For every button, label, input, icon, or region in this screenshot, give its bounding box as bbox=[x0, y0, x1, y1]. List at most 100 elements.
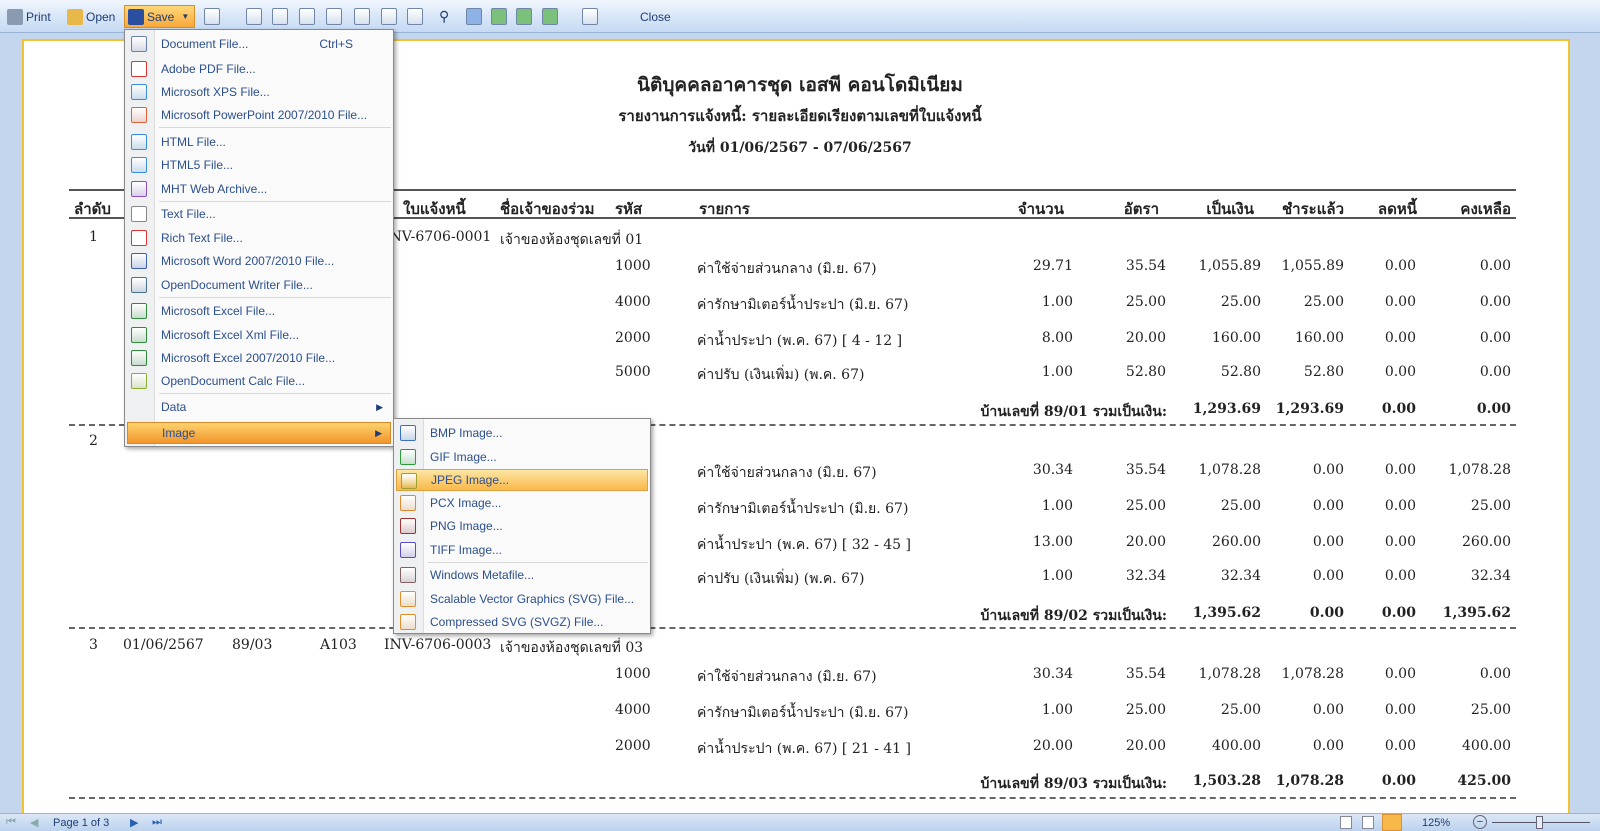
line-value: 32.34 bbox=[1470, 568, 1511, 584]
image-menu-item-bmp-image[interactable]: BMP Image... bbox=[396, 422, 648, 444]
menu-item-label: PNG Image... bbox=[430, 519, 503, 533]
rtf-icon bbox=[131, 230, 147, 246]
svg-icon bbox=[400, 591, 416, 607]
subtotal-value: 425.00 bbox=[1457, 773, 1511, 789]
first-page-icon[interactable]: ⏮ bbox=[6, 816, 16, 829]
last-page-icon[interactable]: ⏭ bbox=[152, 816, 162, 829]
menu-item-label: Rich Text File... bbox=[161, 231, 243, 245]
subtotal-value: 1,293.69 bbox=[1275, 401, 1344, 417]
export-icon[interactable] bbox=[204, 8, 220, 25]
image-submenu: BMP Image... GIF Image... JPEG Image... PCX… bbox=[393, 418, 651, 634]
subtotal-label: บ้านเลขที่ 89/03 รวมเป็นเงิน: bbox=[980, 776, 1167, 792]
save-menu-item-microsoft-excel-2007-2010-file[interactable]: Microsoft Excel 2007/2010 File... bbox=[127, 347, 391, 369]
line-value: 0.00 bbox=[1384, 534, 1416, 550]
image-menu-item-compressed-svg-svgz-file[interactable]: Compressed SVG (SVGZ) File... bbox=[396, 611, 648, 633]
save-menu-item-microsoft-word-2007-2010-file[interactable]: Microsoft Word 2007/2010 File... bbox=[127, 250, 391, 272]
save-button[interactable]: Save ▼ bbox=[124, 5, 195, 28]
multi-view-icon[interactable] bbox=[1382, 814, 1402, 831]
save-menu-item-adobe-pdf-file[interactable]: Adobe PDF File... bbox=[127, 58, 391, 80]
help-icon[interactable] bbox=[381, 8, 397, 25]
column-header-paid: ชำระแล้ว bbox=[1282, 200, 1344, 218]
line-value: 1,055.89 bbox=[1198, 258, 1261, 274]
powerpoint-icon bbox=[131, 107, 147, 123]
menu-item-label: PCX Image... bbox=[430, 496, 502, 510]
page-width-icon[interactable] bbox=[491, 8, 507, 25]
line-value: 0.00 bbox=[1479, 294, 1511, 310]
image-menu-item-tiff-image[interactable]: TIFF Image... bbox=[396, 539, 648, 561]
close-label: Close bbox=[640, 9, 671, 24]
new-page-icon[interactable] bbox=[246, 8, 262, 25]
save-menu-item-document-file[interactable]: Document File... Ctrl+S bbox=[127, 33, 391, 55]
print-button[interactable]: Print bbox=[4, 5, 54, 28]
two-pages-icon[interactable] bbox=[516, 8, 532, 25]
image-menu-item-jpeg-image[interactable]: JPEG Image... bbox=[396, 469, 648, 491]
zoom-level: 125% bbox=[1422, 817, 1451, 829]
image-menu-item-scalable-vector-graphics-svg-file[interactable]: Scalable Vector Graphics (SVG) File... bbox=[396, 588, 648, 610]
page-setup-icon[interactable] bbox=[354, 8, 370, 25]
subtotal-label: บ้านเลขที่ 89/01 รวมเป็นเงิน: bbox=[980, 404, 1167, 420]
outline-icon[interactable] bbox=[407, 8, 423, 25]
delete-page-icon[interactable] bbox=[272, 8, 288, 25]
line-value: 20.00 bbox=[1125, 330, 1166, 346]
multi-page-icon[interactable] bbox=[542, 8, 558, 25]
save-menu-item-rich-text-file[interactable]: Rich Text File... bbox=[127, 227, 391, 249]
line-code: 1000 bbox=[615, 258, 651, 274]
single-view-icon[interactable] bbox=[1340, 816, 1352, 829]
find-icon[interactable]: ⚲ bbox=[436, 5, 452, 28]
save-menu-item-mht-web-archive[interactable]: MHT Web Archive... bbox=[127, 178, 391, 200]
line-value: 25.00 bbox=[1470, 702, 1511, 718]
line-value: 0.00 bbox=[1384, 702, 1416, 718]
line-code: 4000 bbox=[615, 702, 651, 718]
line-code: 4000 bbox=[615, 294, 651, 310]
zoom-slider-thumb[interactable] bbox=[1536, 816, 1543, 829]
save-menu-item-microsoft-xps-file[interactable]: Microsoft XPS File... bbox=[127, 81, 391, 103]
print-label: Print bbox=[26, 9, 51, 24]
save-menu-item-microsoft-powerpoint-2007-2010-file[interactable]: Microsoft PowerPoint 2007/2010 File... bbox=[127, 104, 391, 126]
prev-page-icon[interactable]: ◀ bbox=[30, 816, 38, 829]
edit-page-icon[interactable] bbox=[299, 8, 315, 25]
html-icon bbox=[131, 134, 147, 150]
menu-item-label: Microsoft Excel Xml File... bbox=[161, 328, 300, 342]
zoom-out-icon[interactable]: − bbox=[1473, 815, 1487, 829]
continuous-view-icon[interactable] bbox=[1362, 816, 1374, 829]
save-menu-item-opendocument-writer-file[interactable]: OpenDocument Writer File... bbox=[127, 274, 391, 296]
save-menu-item-html5-file[interactable]: HTML5 File... bbox=[127, 154, 391, 176]
line-value: 0.00 bbox=[1384, 364, 1416, 380]
jpeg-icon bbox=[401, 473, 417, 489]
line-item: ค่าปรับ (เงินเพิ่ม) (พ.ค. 67) bbox=[697, 367, 865, 383]
chevron-down-icon: ▼ bbox=[181, 12, 190, 21]
line-value: 0.00 bbox=[1384, 568, 1416, 584]
save-menu-item-html-file[interactable]: HTML File... bbox=[127, 131, 391, 153]
save-menu-item-image[interactable]: Image ▶ bbox=[127, 422, 391, 444]
image-menu-item-gif-image[interactable]: GIF Image... bbox=[396, 446, 648, 468]
subtotal-value: 0.00 bbox=[1476, 401, 1511, 417]
line-value: 52.80 bbox=[1303, 364, 1344, 380]
single-page-icon[interactable] bbox=[466, 8, 482, 25]
image-menu-item-png-image[interactable]: PNG Image... bbox=[396, 515, 648, 537]
next-page-icon[interactable]: ▶ bbox=[130, 816, 138, 829]
page-icon[interactable] bbox=[326, 8, 342, 25]
save-menu-item-data[interactable]: Data ▶ bbox=[127, 396, 391, 418]
report-title: นิติบุคคลอาคารชุด เอสพี คอนโดมิเนียม bbox=[637, 74, 963, 96]
line-value: 25.00 bbox=[1303, 294, 1344, 310]
image-menu-item-windows-metafile[interactable]: Windows Metafile... bbox=[396, 564, 648, 586]
line-value: 20.00 bbox=[1125, 534, 1166, 550]
image-menu-item-pcx-image[interactable]: PCX Image... bbox=[396, 492, 648, 514]
save-menu-item-microsoft-excel-file[interactable]: Microsoft Excel File... bbox=[127, 300, 391, 322]
row-invoice: INV-6706-0001 bbox=[384, 229, 492, 245]
full-screen-icon[interactable] bbox=[582, 8, 598, 25]
save-menu-item-text-file[interactable]: Text File... bbox=[127, 203, 391, 225]
column-header-invoice: ใบแจ้งหนี้ bbox=[403, 200, 466, 218]
word-icon bbox=[131, 253, 147, 269]
line-value: 25.00 bbox=[1220, 294, 1261, 310]
report-date-range: วันที่ 01/06/2567 - 07/06/2567 bbox=[688, 140, 912, 156]
open-button[interactable]: Open bbox=[64, 5, 118, 28]
line-value: 260.00 bbox=[1212, 534, 1261, 550]
close-button[interactable]: Close bbox=[637, 5, 674, 28]
save-menu-item-microsoft-excel-xml-file[interactable]: Microsoft Excel Xml File... bbox=[127, 324, 391, 346]
row-house-no: 89/03 bbox=[232, 637, 273, 653]
wmf-icon bbox=[400, 567, 416, 583]
line-item: ค่าน้ำประปา (พ.ค. 67) [ 21 - 41 ] bbox=[697, 741, 911, 757]
menu-item-label: JPEG Image... bbox=[431, 473, 510, 487]
save-menu-item-opendocument-calc-file[interactable]: OpenDocument Calc File... bbox=[127, 370, 391, 392]
